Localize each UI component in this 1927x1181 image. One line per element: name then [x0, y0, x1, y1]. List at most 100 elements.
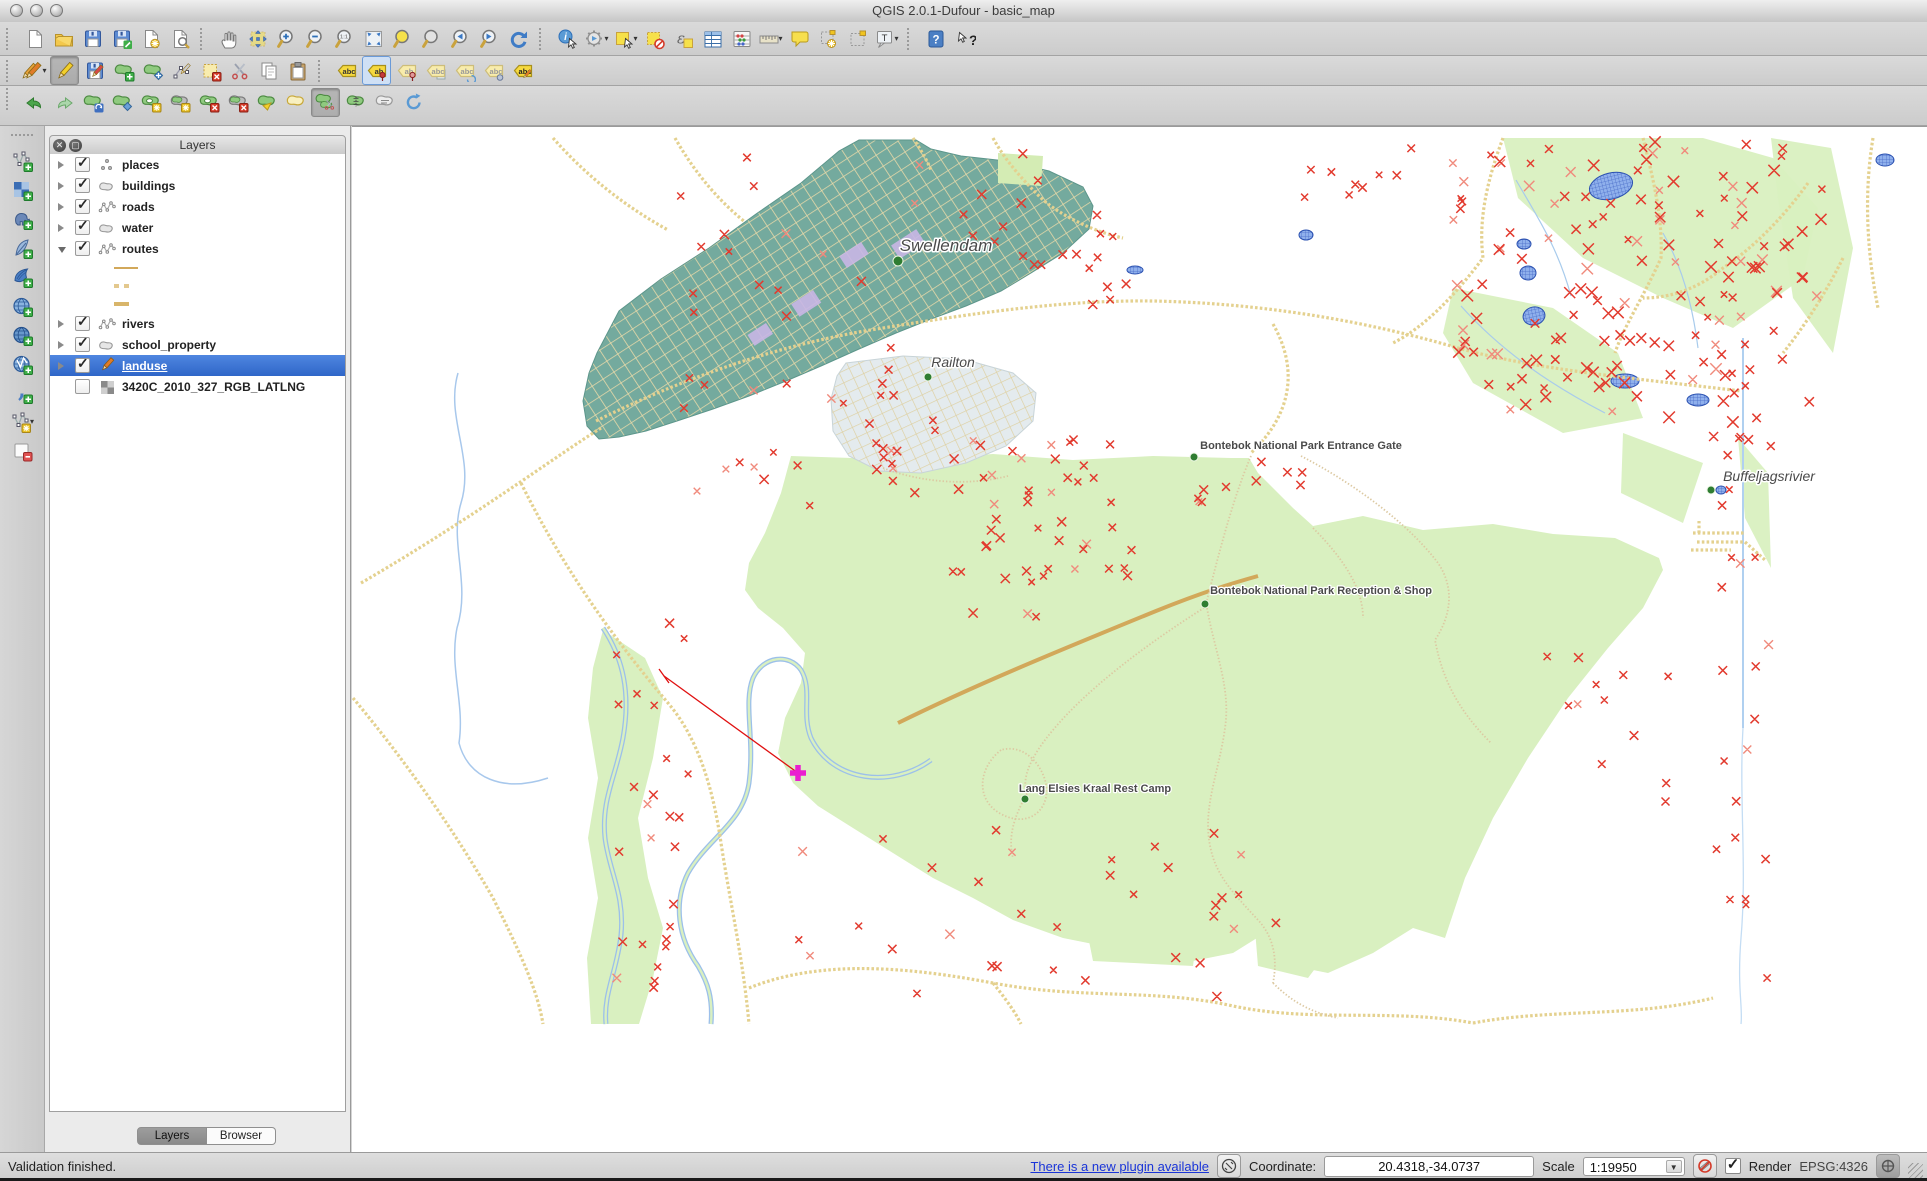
route-style-thick-line[interactable] — [50, 295, 345, 313]
whats-this-button[interactable]: ? — [951, 25, 978, 52]
layer-item-3420c_2010_327_rgb_latlng[interactable]: 3420C_2010_327_RGB_LATLNG — [50, 376, 345, 397]
expand-icon[interactable] — [58, 338, 68, 352]
pan-map-button[interactable] — [215, 25, 242, 52]
layer-checkbox[interactable] — [75, 379, 90, 394]
add-spatialite-layer-button[interactable] — [9, 234, 36, 261]
merge-features-button[interactable] — [342, 88, 369, 115]
labeling-button[interactable]: abc — [333, 57, 360, 84]
rotate-point-symbols-button[interactable] — [400, 88, 427, 115]
add-delimited-text-layer-button[interactable]: , — [9, 379, 36, 406]
resize-grip[interactable] — [1908, 1163, 1923, 1178]
stop-render-icon[interactable] — [1693, 1154, 1717, 1178]
crs-status-icon[interactable] — [1876, 1154, 1900, 1178]
identify-features-button[interactable]: i — [554, 25, 581, 52]
save-project-button[interactable] — [79, 25, 106, 52]
merge-attributes-button[interactable] — [371, 88, 398, 115]
route-style-dashed-line[interactable] — [50, 277, 345, 295]
copy-features-button[interactable] — [255, 57, 282, 84]
select-features-button[interactable]: ▾ — [612, 25, 639, 52]
deselect-features-button[interactable] — [641, 25, 668, 52]
simplify-feature-button[interactable] — [108, 88, 135, 115]
route-style-solid-line[interactable] — [50, 259, 345, 277]
measure-button[interactable]: ▾ — [757, 25, 784, 52]
layer-checkbox[interactable] — [75, 316, 90, 331]
dropdown-arrow-icon[interactable]: ▾ — [633, 34, 637, 43]
rotate-feature-button[interactable] — [79, 88, 106, 115]
delete-selected-button[interactable] — [197, 57, 224, 84]
redo-button[interactable] — [50, 88, 77, 115]
render-checkbox[interactable] — [1725, 1158, 1741, 1174]
save-project-as-button[interactable] — [108, 25, 135, 52]
scale-combo[interactable]: 1:19950▼ — [1583, 1157, 1685, 1176]
layer-checkbox[interactable] — [75, 337, 90, 352]
expand-icon[interactable] — [58, 200, 68, 214]
zoom-to-selection-button[interactable] — [389, 25, 416, 52]
layer-checkbox[interactable] — [75, 157, 90, 172]
current-edits-button[interactable]: ▾ — [21, 57, 48, 84]
dropdown-arrow-icon[interactable]: ▾ — [30, 417, 34, 426]
cut-features-button[interactable] — [226, 57, 253, 84]
layer-item-rivers[interactable]: rivers — [50, 313, 345, 334]
expand-icon[interactable] — [58, 179, 68, 193]
reshape-features-button[interactable] — [253, 88, 280, 115]
zoom-in-button[interactable] — [273, 25, 300, 52]
expand-icon[interactable] — [58, 317, 68, 331]
new-project-button[interactable] — [21, 25, 48, 52]
tab-browser[interactable]: Browser — [207, 1127, 276, 1145]
run-feature-action-button[interactable]: ▾ — [583, 25, 610, 52]
delete-ring-button[interactable] — [195, 88, 222, 115]
layer-checkbox[interactable] — [75, 358, 90, 373]
add-wfs-layer-button[interactable] — [9, 350, 36, 377]
node-tool-button[interactable] — [168, 57, 195, 84]
composer-manager-button[interactable] — [166, 25, 193, 52]
layer-checkbox[interactable] — [75, 199, 90, 214]
toggle-editing-button[interactable] — [50, 56, 79, 85]
dropdown-arrow-icon[interactable]: ▾ — [604, 34, 608, 43]
expand-icon[interactable] — [58, 158, 68, 172]
new-print-composer-button[interactable] — [137, 25, 164, 52]
add-wms-layer-button[interactable] — [9, 292, 36, 319]
add-feature-button[interactable] — [110, 57, 137, 84]
add-vector-layer-button[interactable] — [9, 147, 36, 174]
plugin-icon[interactable] — [1217, 1154, 1241, 1178]
remove-layer-button[interactable] — [9, 437, 36, 464]
layers-panel-header[interactable]: ✕ ▢ Layers — [49, 135, 346, 156]
save-layer-edits-button[interactable] — [81, 57, 108, 84]
split-features-button[interactable] — [311, 88, 340, 117]
layer-checkbox[interactable] — [75, 220, 90, 235]
scale-dropdown-icon[interactable]: ▼ — [1666, 1160, 1682, 1173]
layer-item-school_property[interactable]: school_property — [50, 334, 345, 355]
rotate-label-button[interactable]: abc — [451, 57, 478, 84]
layer-checkbox[interactable] — [75, 178, 90, 193]
dropdown-arrow-icon[interactable]: ▾ — [778, 34, 782, 43]
delete-part-button[interactable] — [224, 88, 251, 115]
layer-item-roads[interactable]: roads — [50, 196, 345, 217]
layer-checkbox[interactable] — [75, 241, 90, 256]
select-by-expression-button[interactable]: ε — [670, 25, 697, 52]
add-wcs-layer-button[interactable] — [9, 321, 36, 348]
layer-item-buildings[interactable]: buildings — [50, 175, 345, 196]
zoom-full-button[interactable] — [360, 25, 387, 52]
add-part-button[interactable] — [166, 88, 193, 115]
expand-icon[interactable] — [58, 221, 68, 235]
field-calculator-button[interactable] — [728, 25, 755, 52]
zoom-last-button[interactable] — [447, 25, 474, 52]
add-ring-button[interactable] — [137, 88, 164, 115]
zoom-next-button[interactable] — [476, 25, 503, 52]
add-postgis-layer-button[interactable] — [9, 205, 36, 232]
refresh-button[interactable] — [505, 25, 532, 52]
new-bookmark-button[interactable] — [815, 25, 842, 52]
highlight-pinned-labels-button[interactable]: ab — [393, 57, 420, 84]
open-attribute-table-button[interactable] — [699, 25, 726, 52]
layer-item-routes[interactable]: routes — [50, 238, 345, 259]
dropdown-arrow-icon[interactable]: ▾ — [894, 34, 898, 43]
paste-features-button[interactable] — [284, 57, 311, 84]
zoom-native-button[interactable]: 1:1 — [331, 25, 358, 52]
undo-button[interactable] — [21, 88, 48, 115]
tab-layers[interactable]: Layers — [137, 1127, 207, 1145]
show-bookmarks-button[interactable] — [844, 25, 871, 52]
collapse-icon[interactable] — [58, 242, 68, 256]
layer-item-water[interactable]: water — [50, 217, 345, 238]
label-properties-button[interactable]: abc — [509, 57, 536, 84]
add-raster-layer-button[interactable] — [9, 176, 36, 203]
